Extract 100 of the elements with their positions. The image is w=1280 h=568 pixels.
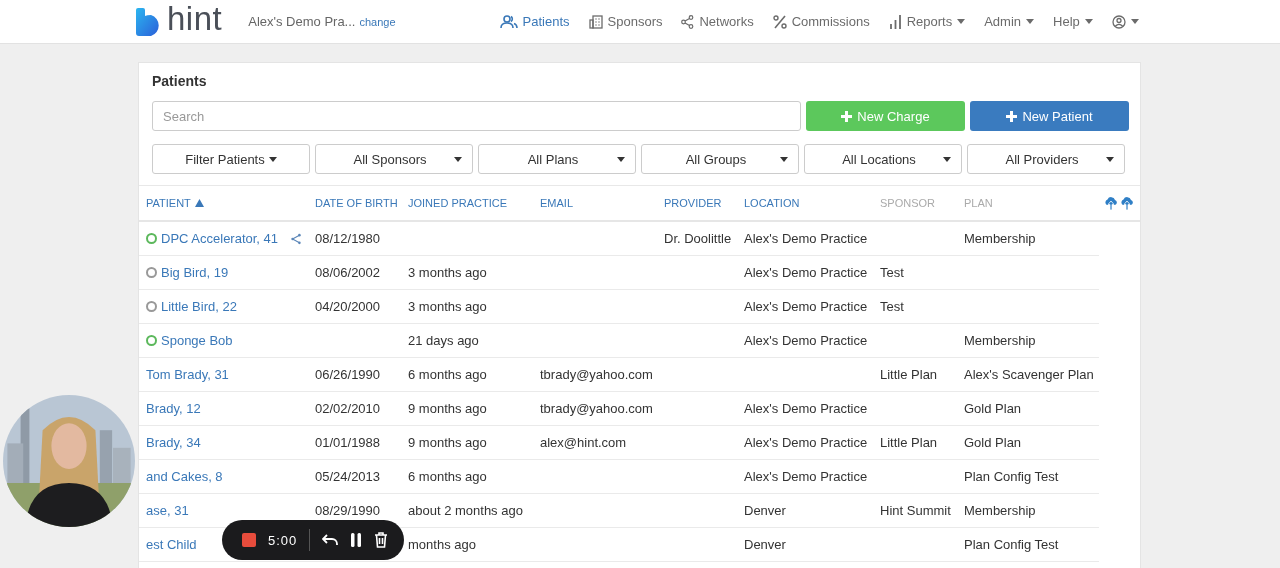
brand-name: hint [167,2,223,35]
sponsor-cell: Little Plan [880,367,938,382]
filter-dropdown[interactable]: All Sponsors [315,144,473,174]
patient-link[interactable]: Brady, 12 [146,401,201,416]
caret-icon [454,156,462,162]
column-header[interactable]: EMAIL [540,197,573,209]
caret-icon [1026,19,1035,24]
new-button[interactable]: New Patient [970,101,1129,131]
provider-cell: Dr. Doolittle [664,231,732,246]
plan-cell: Plan Config Test [964,469,1059,484]
plan-cell: Gold Plan [964,435,1022,450]
location-cell: Alex's Demo Practice [744,401,868,416]
column-header[interactable]: DATE OF BIRTH [315,197,398,209]
date-cell: 08/12/1980 [315,231,381,246]
location-cell: Alex's Demo Practice [744,435,868,450]
location-cell: Denver [744,503,786,518]
caret-icon [957,19,966,24]
trash-icon[interactable] [374,532,389,548]
location-cell: Alex's Demo Practice [744,299,868,314]
joined-cell: about 2 months ago [408,503,523,518]
column-header[interactable]: LOCATION [744,197,800,209]
plan-cell: Membership [964,333,1036,348]
caret-icon [268,156,277,162]
column-header[interactable]: PATIENT [146,197,191,209]
share-icon [681,14,695,29]
people-icon [499,14,518,29]
joined-cell: months ago [408,537,476,552]
email-cell: alex@hint.com [540,435,627,450]
patient-link[interactable]: Tom Brady, 31 [146,367,229,382]
joined-cell: 6 months ago [408,469,487,484]
cloud-upload-icon[interactable] [1120,196,1134,210]
joined-cell: 3 months ago [408,299,487,314]
nav-item[interactable]: Reports [888,14,966,29]
location-cell: Alex's Demo Practice [744,265,868,280]
caret-icon [943,156,951,162]
joined-cell: 3 months ago [408,265,487,280]
filter-dropdown[interactable]: All Locations [804,144,962,174]
column-header[interactable]: JOINED PRACTICE [408,197,507,209]
plus-icon [841,110,853,122]
patient-link[interactable]: and Cakes, 8 [146,469,223,484]
email-cell: tbrady@yahoo.com [540,367,653,382]
caret-icon [617,156,625,162]
date-cell: 02/02/2010 [315,401,381,416]
undo-icon[interactable] [322,534,339,546]
filter-button[interactable]: Filter Patients [152,144,310,174]
filter-dropdown[interactable]: All Groups [641,144,799,174]
sponsor-cell: Little Plan [880,435,938,450]
nav-item[interactable]: Help [1053,14,1093,29]
sponsor-cell: Hint Summit [880,503,951,518]
search-field[interactable]: Search [152,101,801,131]
plan-cell: Alex's Scavenger Plan [964,367,1094,382]
plan-cell: Membership [964,503,1036,518]
caret-icon [1130,19,1139,24]
change-link[interactable]: change [359,15,396,28]
patient-link[interactable]: ase, 31 [146,503,189,518]
plus-icon [1006,110,1018,122]
date-cell: 06/26/1990 [315,367,381,382]
sort-up-icon [194,199,204,207]
nav-item[interactable]: Commissions [772,14,870,29]
plan-cell: Plan Config Test [964,537,1059,552]
date-cell: 01/01/1988 [315,435,381,450]
patient-link[interactable]: Brady, 34 [146,435,201,450]
patient-link[interactable]: est Child [146,537,197,552]
nav-item[interactable]: Networks [681,14,754,29]
pause-icon[interactable] [350,533,363,547]
patient-link[interactable]: Sponge Bob [161,333,233,348]
filter-dropdown[interactable]: All Providers [967,144,1125,174]
column-header[interactable]: PROVIDER [664,197,722,209]
panel-title: Patients [152,73,208,89]
plan-cell: Membership [964,231,1036,246]
patient-link[interactable]: Big Bird, 19 [161,265,229,280]
sponsor-cell: Test [880,265,904,280]
cloud-upload-icon[interactable] [1104,196,1118,210]
joined-cell: 9 months ago [408,435,487,450]
building-icon [588,14,603,29]
filter-dropdown[interactable]: All Plans [478,144,636,174]
location-cell: Denver [744,537,786,552]
nav-item[interactable]: Sponsors [588,14,663,29]
nav-item[interactable]: Admin [984,14,1035,29]
bar-chart-icon [888,14,902,29]
email-cell: tbrady@yahoo.com [540,401,653,416]
account-menu[interactable] [1111,14,1139,29]
account-icon [1111,14,1126,29]
caret-icon [780,156,788,162]
sponsor-cell: Test [880,299,904,314]
joined-cell: 21 days ago [408,333,479,348]
caret-icon [1084,19,1093,24]
nav-item[interactable]: Patients [499,14,570,29]
patient-link[interactable]: Little Bird, 22 [161,299,237,314]
patient-link[interactable]: DPC Accelerator, 41 [161,231,279,246]
location-cell: Alex's Demo Practice [744,231,868,246]
joined-cell: 9 months ago [408,401,487,416]
plan-cell: Gold Plan [964,401,1022,416]
date-cell: 08/29/1990 [315,503,381,518]
column-title: PLAN [964,197,993,209]
date-cell: 05/24/2013 [315,469,381,484]
caret-icon [1106,156,1114,162]
joined-cell: 6 months ago [408,367,487,382]
timer: 5:00 [268,532,298,548]
column-title: SPONSOR [880,197,935,209]
